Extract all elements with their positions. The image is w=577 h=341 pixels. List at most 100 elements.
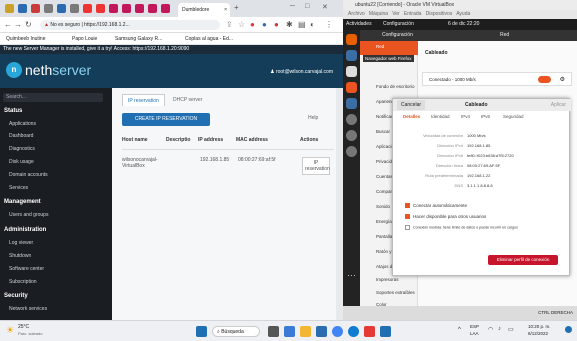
bookmark-item[interactable]: Papo Louie <box>72 36 97 42</box>
puzzle-icon[interactable]: ✱ <box>286 19 293 31</box>
create-ip-reservation-button[interactable]: CREATE IP RESERVATION <box>122 113 210 126</box>
column-header[interactable]: Host name <box>122 137 148 143</box>
close-icon[interactable]: × <box>224 3 227 17</box>
tab-favicon[interactable] <box>44 4 53 13</box>
menu-icon[interactable]: ⋮ <box>325 19 333 31</box>
tab-favicon[interactable] <box>70 4 79 13</box>
menu-item[interactable]: Archivo <box>348 11 365 17</box>
sidebar-item[interactable]: Services <box>9 185 28 191</box>
menu-item[interactable]: Entrada <box>404 11 422 17</box>
settings-icon[interactable] <box>346 114 357 125</box>
task-view-icon[interactable] <box>268 326 279 337</box>
user-menu[interactable]: ♟ root@wilson.carvajal.com <box>270 69 333 75</box>
tab-favicon[interactable] <box>18 4 27 13</box>
activities-button[interactable]: Actividades <box>346 19 372 30</box>
bookmark-item[interactable]: Quimbeeb Inutine <box>6 36 45 42</box>
settings-item[interactable]: Sonido <box>376 204 390 209</box>
drive-icon[interactable] <box>346 146 357 157</box>
tab-favicon[interactable] <box>122 4 131 13</box>
menu-item[interactable]: Máquina <box>369 11 388 17</box>
sidebar-item[interactable]: Log viewer <box>9 240 33 246</box>
column-header[interactable]: IP address <box>198 137 223 143</box>
tab-favicon[interactable] <box>109 4 118 13</box>
help-button[interactable]: Help <box>308 115 318 121</box>
tab-favicon[interactable] <box>31 4 40 13</box>
star-icon[interactable]: ☆ <box>238 19 245 31</box>
sidebar-item[interactable]: Network services <box>9 306 47 312</box>
disc-icon[interactable] <box>346 130 357 141</box>
language-code[interactable]: ESP <box>470 324 479 329</box>
app-icon[interactable] <box>364 326 375 337</box>
taskbar-date[interactable]: 6/12/2022 <box>528 331 548 336</box>
new-tab-button[interactable]: + <box>234 3 239 12</box>
active-tab[interactable]: Dumbledore × <box>178 3 230 17</box>
clock[interactable]: 6 de dic 22:20 <box>448 19 479 30</box>
battery-icon[interactable]: ▭ <box>508 326 514 333</box>
sidebar-item[interactable]: Applications <box>9 121 36 127</box>
sidebar-icon[interactable]: ▤ <box>298 19 306 31</box>
sidebar-item[interactable]: Users and groups <box>9 212 48 218</box>
settings-item[interactable]: Impresoras <box>376 277 399 282</box>
edge-icon[interactable] <box>348 326 359 337</box>
explorer-icon[interactable] <box>300 326 311 337</box>
metered-checkbox[interactable]: Conexión medida: tiene límite de datos o… <box>405 225 555 230</box>
tab-ipv4[interactable]: IPv4 <box>461 114 470 119</box>
search-input[interactable]: Search... <box>3 93 103 102</box>
start-icon[interactable] <box>196 326 207 337</box>
tab-identity[interactable]: Identidad <box>431 114 450 119</box>
tab-favicon[interactable] <box>5 4 14 13</box>
sidebar-item[interactable]: Domain accounts <box>9 172 48 178</box>
help-icon[interactable] <box>346 98 357 109</box>
profile-icon[interactable]: ◐ <box>310 19 315 31</box>
extension-icon[interactable]: ● <box>274 19 279 31</box>
window-close-icon[interactable]: ✕ <box>322 3 328 11</box>
taskbar-time[interactable]: 10:20 p. m. <box>528 324 551 329</box>
sidebar-item[interactable]: Diagnostics <box>9 146 35 152</box>
notification-icon[interactable] <box>565 326 572 333</box>
settings-item[interactable]: Fondo de escritorio <box>376 84 415 89</box>
bookmark-item[interactable]: Samsung Galaxy R... <box>115 36 162 42</box>
settings-item[interactable]: Energía <box>376 219 392 224</box>
software-icon[interactable] <box>346 82 357 93</box>
tab-favicon[interactable] <box>148 4 157 13</box>
settings-item[interactable]: Red <box>376 44 384 49</box>
volume-icon[interactable]: ♪ <box>498 326 501 332</box>
apply-button[interactable]: Aplicar <box>551 99 566 111</box>
weather-icon[interactable]: ☀ <box>6 325 14 336</box>
sidebar-item[interactable]: Dashboard <box>9 133 33 139</box>
scrollbar[interactable] <box>336 88 343 320</box>
reload-icon[interactable]: ↻ <box>25 19 32 31</box>
chat-icon[interactable] <box>284 326 295 337</box>
tab-details[interactable]: Detalles <box>403 114 420 119</box>
tab-favicon[interactable] <box>96 4 105 13</box>
settings-item[interactable]: Soportes extraíbles <box>376 290 415 295</box>
sidebar-item[interactable]: Subscription <box>9 279 37 285</box>
maximize-icon[interactable]: □ <box>305 3 309 10</box>
column-header[interactable]: Actions <box>300 137 318 143</box>
settings-item[interactable]: Buscar <box>376 129 390 134</box>
share-icon[interactable]: ⇪ <box>226 19 233 31</box>
back-icon[interactable]: ← <box>4 19 12 31</box>
wired-connection-row[interactable]: Conectado - 1000 Mb/s ⚙ <box>422 72 572 86</box>
chevron-up-icon[interactable]: ^ <box>458 327 461 333</box>
sidebar-item[interactable]: Disk usage <box>9 159 34 165</box>
show-apps-icon[interactable]: ⋯ <box>346 270 357 281</box>
column-header[interactable]: Descriptio <box>166 137 190 143</box>
menu-item[interactable]: Ayuda <box>456 11 470 17</box>
app-menu[interactable]: Configuración <box>383 19 414 30</box>
tab-ipv6[interactable]: IPv6 <box>481 114 490 119</box>
gear-icon[interactable]: ⚙ <box>560 73 565 87</box>
extension-icon[interactable]: ● <box>262 19 267 31</box>
share-users-checkbox[interactable]: Hacer disponible para otros usuarios <box>405 214 486 220</box>
tab-dhcp-server[interactable]: DHCP server <box>168 94 207 106</box>
notice-bar[interactable]: The new Server Manager is installed, giv… <box>0 45 343 54</box>
bookmark-item[interactable]: Coplas al agua - Ed... <box>185 36 233 42</box>
tab-favicon[interactable] <box>161 4 170 13</box>
menu-item[interactable]: Dispositivos <box>426 11 453 17</box>
thunderbird-icon[interactable] <box>346 50 357 61</box>
forward-icon[interactable]: → <box>14 19 22 31</box>
tab-ip-reservation[interactable]: IP reservation <box>122 94 165 106</box>
wifi-icon[interactable]: ◠ <box>488 326 493 333</box>
extension-icon[interactable]: ● <box>250 19 255 31</box>
tab-favicon[interactable] <box>83 4 92 13</box>
